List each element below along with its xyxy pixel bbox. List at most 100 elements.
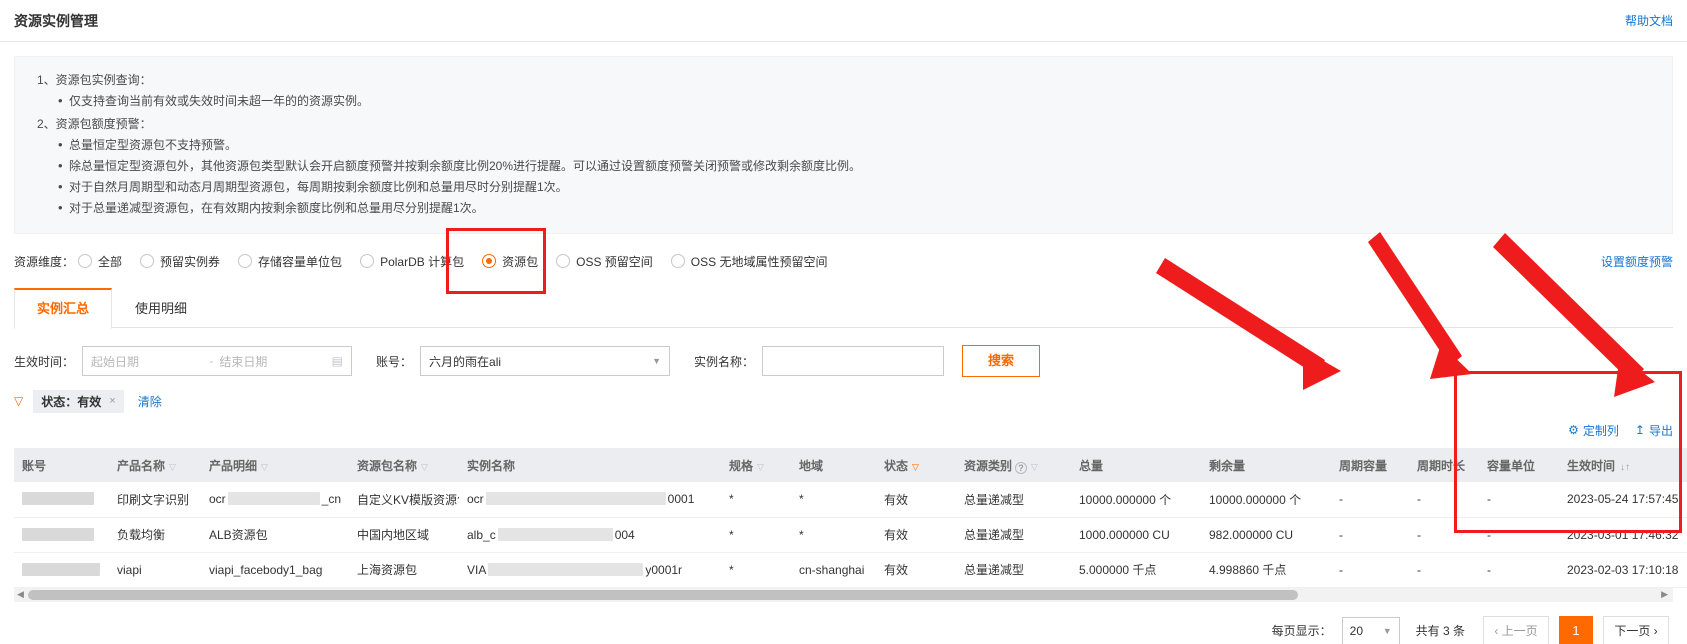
col-label: 状态 bbox=[884, 458, 909, 473]
cell-effective-time: 2023-03-01 17:46:32 bbox=[1559, 517, 1687, 553]
upload-icon: ↥ bbox=[1634, 423, 1645, 437]
per-page-select[interactable]: 20 ▼ bbox=[1341, 616, 1400, 644]
help-icon[interactable]: ? bbox=[1015, 461, 1028, 474]
notice-item1-title: 1、资源包实例查询： bbox=[37, 73, 152, 87]
cell-cycle-length: - bbox=[1409, 552, 1479, 588]
radio-label: OSS 预留空间 bbox=[576, 254, 653, 269]
col-header-account: 账号 bbox=[14, 448, 109, 482]
customize-columns-button[interactable]: ⚙ 定制列 bbox=[1568, 422, 1619, 439]
close-icon[interactable]: × bbox=[109, 395, 115, 407]
col-header-effective-time[interactable]: 生效时间 ↓↑ bbox=[1559, 448, 1687, 482]
filter-icon[interactable]: ▽ bbox=[757, 462, 764, 472]
cell-product-detail: ocr _cn bbox=[201, 482, 349, 518]
radio-option-storage-capacity-unit[interactable]: 存储容量单位包 bbox=[238, 253, 342, 270]
cell-region: cn-shanghai bbox=[791, 552, 876, 588]
col-label: 实例名称 bbox=[467, 458, 516, 473]
cell-remaining: 10000.000000 个 bbox=[1201, 482, 1331, 518]
cell-total: 10000.000000 个 bbox=[1071, 482, 1201, 518]
list-item: 对于自然月周期型和动态月周期型资源包，每周期按剩余额度比例和总量用尽时分别提醒1… bbox=[58, 176, 1654, 198]
list-item: 仅支持查询当前有效或失效时间未超一年的的资源实例。 bbox=[58, 90, 1654, 112]
search-button[interactable]: 搜索 bbox=[962, 345, 1041, 377]
col-header-package-name[interactable]: 资源包名称 ▽ bbox=[349, 448, 459, 482]
col-header-cycle-length: 周期时长 bbox=[1409, 448, 1479, 482]
cell-text: 0001 bbox=[667, 492, 695, 507]
radio-option-resource-package[interactable]: 资源包 bbox=[482, 253, 538, 270]
gear-icon: ⚙ bbox=[1568, 423, 1579, 437]
list-item: 总量恒定型资源包不支持预警。 bbox=[58, 134, 1654, 156]
col-header-product[interactable]: 产品名称 ▽ bbox=[109, 448, 201, 482]
table-row[interactable]: 印刷文字识别 ocr _cn 自定义KV模版资源包 ocr 0001 * * 有效 … bbox=[14, 482, 1687, 518]
chevron-down-icon: ▼ bbox=[652, 356, 662, 366]
filter-icon[interactable]: ▽ bbox=[169, 462, 176, 472]
col-header-status[interactable]: 状态 ▽ bbox=[876, 448, 956, 482]
col-header-instance-name: 实例名称 bbox=[459, 448, 721, 482]
sort-icon[interactable]: ↓↑ bbox=[1620, 462, 1630, 473]
next-page-button[interactable]: 下一页 › bbox=[1603, 615, 1669, 644]
col-label: 周期时长 bbox=[1417, 458, 1466, 473]
filter-icon[interactable]: ▽ bbox=[1031, 462, 1038, 472]
scroll-left-arrow-icon[interactable]: ◀ bbox=[17, 589, 24, 600]
col-header-cycle-capacity: 周期容量 bbox=[1331, 448, 1409, 482]
col-label: 地域 bbox=[799, 458, 824, 473]
radio-option-all[interactable]: 全部 bbox=[78, 253, 122, 270]
page-number-1[interactable]: 1 bbox=[1559, 615, 1593, 644]
clear-filters-link[interactable]: 清除 bbox=[138, 393, 162, 410]
scrollbar-thumb[interactable] bbox=[28, 589, 1298, 600]
per-page-label: 每页显示： bbox=[1271, 624, 1332, 638]
table-horizontal-scrollbar[interactable]: ◀ ▶ bbox=[14, 587, 1673, 602]
col-label: 资源包名称 bbox=[357, 458, 418, 473]
prev-page-button[interactable]: ‹ 上一页 bbox=[1483, 615, 1549, 644]
account-select-value: 六月的雨在ali bbox=[429, 354, 502, 369]
table-row[interactable]: 负载均衡 ALB资源包 中国内地区域 alb_c 004 * * 有效 总量递减型… bbox=[14, 517, 1687, 553]
scroll-right-arrow-icon[interactable]: ▶ bbox=[1661, 589, 1668, 600]
col-header-category[interactable]: 资源类别? ▽ bbox=[956, 448, 1071, 482]
col-header-spec[interactable]: 规格 ▽ bbox=[721, 448, 791, 482]
radio-option-oss-reserved[interactable]: OSS 预留空间 bbox=[556, 253, 653, 270]
redacted-value bbox=[22, 562, 100, 576]
col-label: 账号 bbox=[22, 458, 47, 473]
col-label: 剩余量 bbox=[1209, 458, 1246, 473]
cell-spec: * bbox=[721, 552, 791, 588]
radio-circle-icon bbox=[238, 254, 253, 268]
radio-option-polardb-compute[interactable]: PolarDB 计算包 bbox=[360, 253, 464, 270]
list-item: 对于总量递减型资源包，在有效期内按剩余额度比例和总量用尽分别提醒1次。 bbox=[58, 197, 1654, 219]
col-header-product-detail[interactable]: 产品明细 ▽ bbox=[201, 448, 349, 482]
effective-time-range-picker[interactable]: 起始日期 - 结束日期 ▤ bbox=[82, 346, 353, 376]
notice-item2-bullets: 总量恒定型资源包不支持预警。 除总量恒定型资源包外，其他资源包类型默认会开启额度… bbox=[33, 134, 1654, 219]
cell-category: 总量递减型 bbox=[956, 517, 1071, 553]
tab-instance-summary[interactable]: 实例汇总 bbox=[14, 288, 113, 329]
account-select[interactable]: 六月的雨在ali ▼ bbox=[420, 346, 671, 376]
cell-status: 有效 bbox=[876, 552, 956, 588]
redacted-value bbox=[488, 562, 644, 576]
radio-label: 预留实例券 bbox=[160, 254, 221, 269]
page-title: 资源实例管理 bbox=[14, 12, 98, 29]
filter-icon[interactable]: ▽ bbox=[912, 462, 919, 472]
date-start-input[interactable]: 起始日期 bbox=[91, 353, 203, 370]
filter-icon[interactable]: ▽ bbox=[261, 462, 268, 472]
calendar-icon: ▤ bbox=[331, 354, 344, 368]
cell-package-name: 中国内地区域 bbox=[349, 517, 459, 553]
cell-spec: * bbox=[721, 482, 791, 518]
date-end-input[interactable]: 结束日期 bbox=[219, 353, 331, 370]
pagination: 每页显示： 20 ▼ 共有 3 条 ‹ 上一页 1 下一页 › bbox=[14, 615, 1669, 644]
col-label: 产品明细 bbox=[209, 458, 258, 473]
radio-circle-icon bbox=[78, 254, 93, 268]
radio-option-oss-regionless-reserved[interactable]: OSS 无地域属性预留空间 bbox=[670, 253, 827, 270]
prev-page-label: 上一页 bbox=[1501, 623, 1538, 638]
export-button[interactable]: ↥ 导出 bbox=[1635, 422, 1673, 439]
col-header-capacity-unit: 容量单位 bbox=[1479, 448, 1559, 482]
table-row[interactable]: viapi viapi_facebody1_bag 上海资源包 VIA y0001… bbox=[14, 552, 1687, 588]
radio-option-reserved-instance[interactable]: 预留实例券 bbox=[140, 253, 220, 270]
help-doc-link[interactable]: 帮助文档 bbox=[1625, 12, 1673, 29]
tab-usage-detail[interactable]: 使用明细 bbox=[112, 288, 210, 328]
table-header-row: 账号 产品名称 ▽ 产品明细 ▽ 资源包名称 ▽ 实例名称 规格 ▽ 地域 状态 ▽ 资源… bbox=[14, 448, 1687, 482]
radio-label: PolarDB 计算包 bbox=[380, 254, 465, 269]
filter-icon[interactable]: ▽ bbox=[421, 462, 428, 472]
page-header: 资源实例管理 帮助文档 bbox=[0, 0, 1687, 42]
cell-product-detail: viapi_facebody1_bag bbox=[201, 552, 349, 588]
instance-name-input[interactable] bbox=[762, 346, 945, 376]
radio-circle-icon bbox=[482, 254, 497, 268]
total-count-text: 共有 3 条 bbox=[1415, 624, 1465, 638]
cell-region: * bbox=[791, 517, 876, 553]
quota-alert-settings-link[interactable]: 设置额度预警 bbox=[1601, 253, 1673, 270]
